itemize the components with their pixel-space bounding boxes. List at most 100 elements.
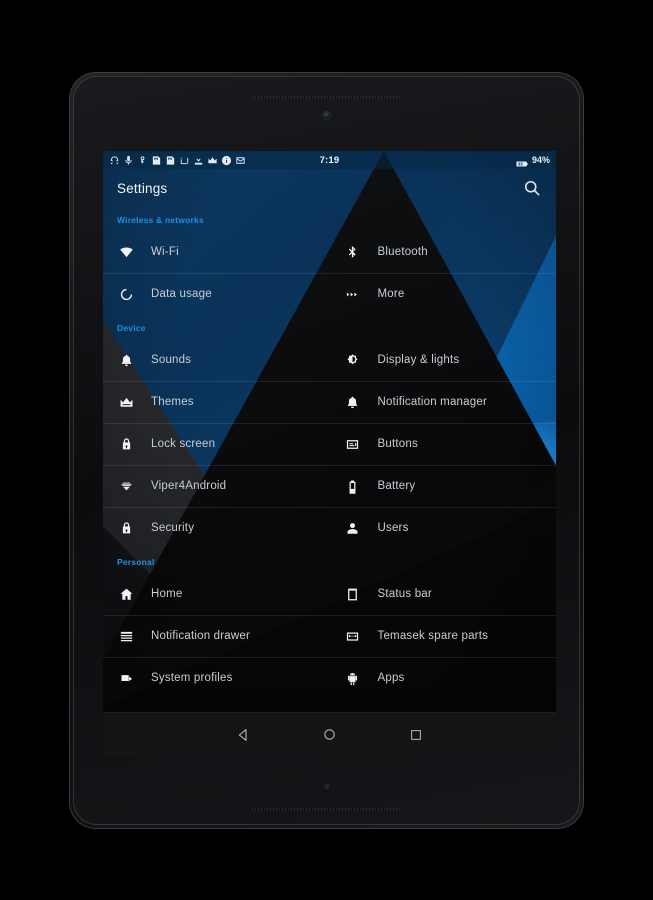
page-title: Settings [117,180,168,196]
settings-row: Sounds Display & lights [103,339,556,381]
spare-parts-icon [344,627,362,645]
more-icon [344,285,362,303]
settings-item-label: Lock screen [151,438,216,450]
battery-charging-icon [516,155,529,166]
settings-row: System profiles Apps [103,657,556,699]
back-icon[interactable] [234,725,254,745]
bottom-sensor-dot [324,784,329,789]
home-circle-icon[interactable] [320,725,340,745]
screenshot-root: 7:19 94% Settings Wireless & networks Wi… [0,0,653,900]
settings-item-label: Notification manager [377,396,487,408]
sd-card-icon [151,155,162,166]
bottom-speaker-grille [251,808,402,811]
settings-item-sounds[interactable]: Sounds [103,339,330,381]
settings-row: Viper4Android Battery [103,465,556,507]
settings-row: Themes Notification manager [103,381,556,423]
settings-item-system-profiles[interactable]: System profiles [103,657,330,699]
wifi-icon [117,243,135,261]
settings-item-more[interactable]: More [330,273,557,315]
settings-item-label: Themes [151,396,194,408]
brightness-icon [344,351,362,369]
settings-item-label: Notification drawer [151,630,251,642]
settings-item-label: Display & lights [377,354,460,366]
settings-item-security[interactable]: Security [103,507,330,549]
user-icon [344,519,362,537]
home-icon [117,585,135,603]
settings-row: Wi-Fi Bluetooth [103,231,556,273]
system-profiles-icon [117,669,135,687]
mail-icon [235,155,246,166]
settings-item-notification-drawer[interactable]: Notification drawer [103,615,330,657]
navigation-bar[interactable] [103,712,556,756]
settings-item-notification-manager[interactable]: Notification manager [330,381,557,423]
tablet-screen: 7:19 94% Settings Wireless & networks Wi… [103,151,556,756]
crown-icon [117,393,135,411]
bell-icon [117,351,135,369]
settings-item-wi-fi[interactable]: Wi-Fi [103,231,330,273]
viper-icon [117,477,135,495]
settings-item-label: Buttons [377,438,418,450]
settings-item-home[interactable]: Home [103,573,330,615]
status-bar[interactable]: 7:19 94% [103,151,556,169]
microphone-icon [123,155,134,166]
bell-icon [344,393,362,411]
front-camera-icon [323,112,330,119]
settings-item-label: Data usage [151,288,212,300]
buttons-icon [344,435,362,453]
battery-icon [344,477,362,495]
battery-percent-label: 94% [531,155,550,165]
settings-item-bluetooth[interactable]: Bluetooth [330,231,557,273]
recents-icon[interactable] [406,725,426,745]
section-header: Device [117,323,146,333]
settings-item-battery[interactable]: Battery [330,465,557,507]
settings-item-label: Status bar [377,588,432,600]
settings-item-apps[interactable]: Apps [330,657,557,699]
android-icon [344,669,362,687]
headphones-icon [109,155,120,166]
lock-icon [117,519,135,537]
settings-item-label: Bluetooth [377,246,428,258]
sd-card-icon-2 [165,155,176,166]
settings-item-status-bar[interactable]: Status bar [330,573,557,615]
status-bar-icon [344,585,362,603]
settings-row: Notification drawer Temasek spare parts [103,615,556,657]
status-bar-right-group: 94% [516,155,550,166]
device-bezel: 7:19 94% Settings Wireless & networks Wi… [73,76,580,825]
settings-item-label: Users [377,522,409,534]
settings-item-label: Wi-Fi [151,246,179,258]
settings-item-buttons[interactable]: Buttons [330,423,557,465]
search-icon[interactable] [522,178,542,198]
notification-drawer-icon [117,627,135,645]
crown-icon [207,155,218,166]
section-header: Wireless & networks [117,215,204,225]
settings-item-users[interactable]: Users [330,507,557,549]
settings-item-label: Temasek spare parts [377,630,489,642]
tablet-device-frame: 7:19 94% Settings Wireless & networks Wi… [70,73,583,828]
download-icon [193,155,204,166]
screenshot-icon [179,155,190,166]
settings-item-label: Home [151,588,183,600]
settings-item-label: More [377,288,405,300]
settings-row: Data usage More [103,273,556,315]
lock-icon [117,435,135,453]
settings-item-temasek-spare-parts[interactable]: Temasek spare parts [330,615,557,657]
settings-item-data-usage[interactable]: Data usage [103,273,330,315]
settings-item-themes[interactable]: Themes [103,381,330,423]
settings-item-label: Apps [377,672,405,684]
settings-item-viper4android[interactable]: Viper4Android [103,465,330,507]
settings-row: Lock screen Buttons [103,423,556,465]
bluetooth-icon [344,243,362,261]
data-usage-icon [117,285,135,303]
settings-row: Security Users [103,507,556,549]
settings-item-label: Security [151,522,195,534]
settings-list[interactable]: Wireless & networks Wi-Fi Bluetooth Data us… [103,207,556,712]
settings-item-lock-screen[interactable]: Lock screen [103,423,330,465]
info-circle-icon [221,155,232,166]
settings-item-label: Battery [377,480,416,492]
key-icon [137,155,148,166]
settings-item-display-lights[interactable]: Display & lights [330,339,557,381]
section-header: Personal [117,557,155,567]
status-bar-notification-icons [109,155,246,166]
action-bar: Settings [103,169,556,207]
settings-item-label: Viper4Android [151,480,227,492]
